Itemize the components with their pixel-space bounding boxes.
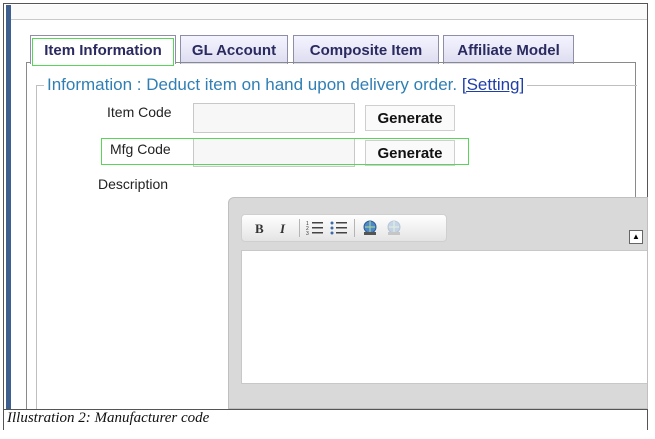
top-strip	[11, 5, 647, 20]
numbered-list-icon[interactable]: 1 2 3	[303, 217, 327, 239]
unlink-icon[interactable]	[382, 217, 406, 239]
figure-caption: Illustration 2: Manufacturer code	[7, 410, 210, 426]
toolbar-separator	[299, 219, 300, 237]
tab-gl-account[interactable]: GL Account	[180, 35, 288, 64]
tab-affiliate-model[interactable]: Affiliate Model	[443, 35, 574, 64]
svg-text:I: I	[279, 221, 286, 235]
left-accent-bar	[6, 5, 11, 409]
information-text: Information : Deduct item on hand upon d…	[47, 75, 462, 94]
tab-composite-item[interactable]: Composite Item	[293, 35, 439, 64]
toolbar-separator	[354, 219, 355, 237]
description-editor-area[interactable]	[241, 250, 647, 384]
link-icon[interactable]	[358, 217, 382, 239]
editor-toolbar: B I 1 2 3	[241, 214, 447, 242]
bold-icon[interactable]: B	[248, 217, 272, 239]
information-legend: Information : Deduct item on hand upon d…	[44, 75, 528, 95]
svg-text:3: 3	[306, 231, 309, 236]
item-code-input[interactable]	[193, 103, 355, 133]
tab-item-information[interactable]: Item Information	[30, 35, 176, 64]
mfg-code-label: Mfg Code	[110, 141, 171, 157]
mfg-code-input[interactable]	[193, 138, 355, 167]
toolbar-collapse-button[interactable]: ▲	[629, 230, 643, 244]
setting-link[interactable]: [Setting]	[462, 75, 524, 94]
generate-item-code-button[interactable]: Generate	[365, 105, 455, 131]
item-code-label: Item Code	[107, 104, 172, 120]
bullet-list-icon[interactable]	[327, 217, 351, 239]
generate-mfg-code-button[interactable]: Generate	[365, 140, 455, 166]
description-label: Description	[98, 176, 169, 192]
description-editor: B I 1 2 3 ▲	[228, 197, 648, 409]
svg-text:B: B	[255, 221, 264, 235]
italic-icon[interactable]: I	[272, 217, 296, 239]
